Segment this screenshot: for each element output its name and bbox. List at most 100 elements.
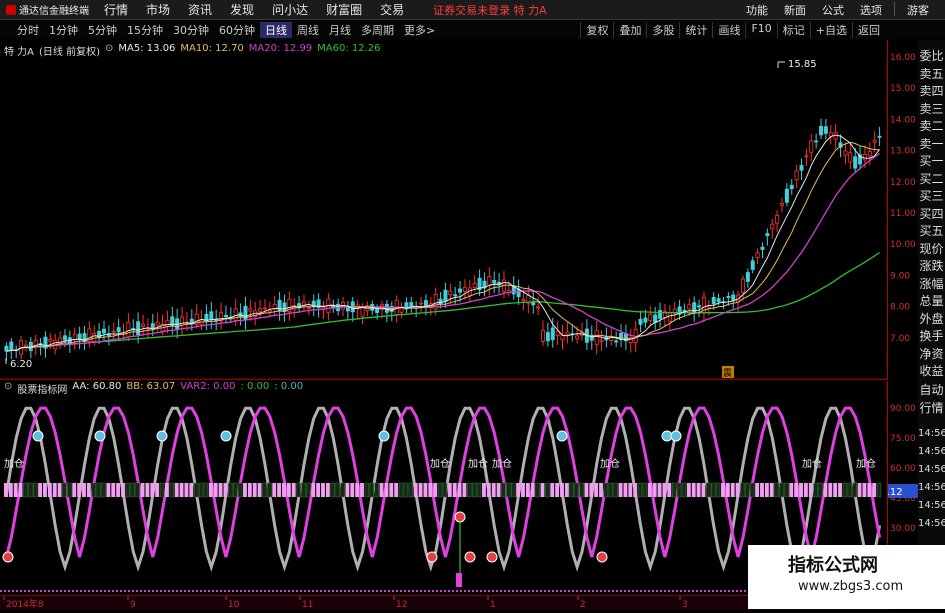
back-button[interactable]: 返回 bbox=[852, 22, 885, 38]
side-panel-item[interactable]: 卖五 bbox=[918, 66, 945, 82]
candle-body bbox=[521, 298, 526, 301]
side-panel-item[interactable]: 行情 bbox=[918, 400, 945, 416]
buy-signal-dot[interactable] bbox=[426, 551, 438, 563]
buy-signal-dot[interactable] bbox=[486, 551, 498, 563]
menu-item-functions[interactable]: 功能 bbox=[738, 2, 776, 18]
side-panel-item[interactable]: 现价 bbox=[918, 241, 945, 257]
overlay-button[interactable]: 叠加 bbox=[613, 22, 646, 38]
candle-body bbox=[716, 298, 721, 302]
band-block bbox=[121, 483, 125, 497]
menu-item-news[interactable]: 资讯 bbox=[179, 1, 221, 18]
band-block bbox=[384, 483, 389, 497]
sell-signal-dot[interactable] bbox=[378, 430, 390, 442]
side-panel-item[interactable]: 涨幅 bbox=[918, 276, 945, 292]
menu-item-market[interactable]: 市场 bbox=[137, 1, 179, 18]
mark-button[interactable]: 标记 bbox=[776, 22, 810, 38]
sell-signal-dot[interactable] bbox=[32, 430, 44, 442]
statistics-button[interactable]: 统计 bbox=[679, 22, 712, 38]
f10-button[interactable]: F10 bbox=[745, 22, 776, 38]
add-watchlist-button[interactable]: +自选 bbox=[809, 22, 852, 38]
band-block bbox=[77, 483, 82, 497]
menu-item-formula[interactable]: 公式 bbox=[814, 2, 852, 18]
side-panel-item[interactable]: 外盘 bbox=[918, 311, 945, 327]
menu-item-options[interactable]: 选项 bbox=[852, 2, 890, 18]
watermark: 指标公式网 www.zbgs3.com bbox=[748, 545, 945, 609]
band-block bbox=[82, 483, 86, 497]
guest-user[interactable]: 游客 bbox=[899, 2, 937, 18]
side-panel-item[interactable]: 委比 bbox=[918, 48, 945, 64]
axis-svg: 16.00 15.00 14.00 13.00 12.00 11.00 10.00 9.00 8… bbox=[872, 53, 918, 534]
tab-daily[interactable]: 日线 bbox=[260, 22, 292, 38]
side-panel-item[interactable]: 买二 bbox=[918, 171, 945, 187]
menu-item-trade[interactable]: 交易 bbox=[371, 1, 413, 18]
side-panel-item[interactable]: 自动 bbox=[918, 382, 945, 398]
side-panel-item[interactable]: 收益 bbox=[918, 363, 945, 379]
side-panel-item[interactable]: 涨跌 bbox=[918, 258, 945, 274]
candle-body bbox=[453, 294, 458, 297]
buy-signal-dot[interactable] bbox=[454, 511, 466, 523]
tick-time: 14:56 bbox=[918, 500, 945, 511]
candlestick-chart[interactable]: 特 力A (日线 前复权) ⊙ MA5: 13.06 MA10: 12.70 M… bbox=[0, 40, 888, 380]
settings-icon[interactable]: ⊙ bbox=[105, 43, 113, 58]
candle-body bbox=[409, 302, 414, 307]
tab-1min[interactable]: 1分钟 bbox=[44, 22, 83, 38]
price-axis-label: 7.00 bbox=[890, 334, 910, 344]
band-block bbox=[794, 483, 799, 497]
sell-signal-dot[interactable] bbox=[94, 430, 106, 442]
side-panel-item[interactable]: 卖四 bbox=[918, 83, 945, 99]
menu-item-discover[interactable]: 发现 bbox=[221, 1, 263, 18]
sub-legend: ⊙ 股票指标网 AA: 60.80 BB: 63.07 VAR2: 0.00 :… bbox=[4, 381, 303, 396]
tab-15min[interactable]: 15分钟 bbox=[122, 22, 168, 38]
menu-item-new-layout[interactable]: 新面 bbox=[776, 2, 814, 18]
band-block bbox=[545, 482, 550, 498]
sell-signal-dot[interactable] bbox=[220, 430, 232, 442]
indicator-settings-icon[interactable]: ⊙ bbox=[4, 381, 12, 396]
candle-body bbox=[760, 246, 765, 250]
tab-30min[interactable]: 30分钟 bbox=[168, 22, 214, 38]
sell-signal-dot[interactable] bbox=[156, 430, 168, 442]
side-panel-item[interactable]: 净资 bbox=[918, 346, 945, 362]
side-panel-item[interactable]: 买一 bbox=[918, 153, 945, 169]
buy-signal-dot[interactable] bbox=[596, 551, 608, 563]
side-panel-item[interactable]: 买五 bbox=[918, 223, 945, 239]
tab-60min[interactable]: 60分钟 bbox=[214, 22, 260, 38]
candle-body bbox=[306, 307, 311, 309]
side-panel-item[interactable]: 卖一 bbox=[918, 136, 945, 152]
side-panel-item[interactable]: 买四 bbox=[918, 206, 945, 222]
restore-rights-button[interactable]: 复权 bbox=[580, 22, 613, 38]
sell-signal-dot[interactable] bbox=[670, 430, 682, 442]
band-block bbox=[857, 483, 862, 497]
band-block bbox=[676, 482, 682, 498]
band-block bbox=[506, 482, 511, 498]
menu-item-market-quotes[interactable]: 行情 bbox=[95, 1, 137, 18]
multi-stock-button[interactable]: 多股 bbox=[646, 22, 679, 38]
tick-time: 14:56 bbox=[918, 464, 945, 475]
side-panel-item[interactable]: 卖三 bbox=[918, 101, 945, 117]
tab-5min[interactable]: 5分钟 bbox=[83, 22, 122, 38]
tab-timeshare[interactable]: 分时 bbox=[12, 22, 44, 38]
candle-body bbox=[62, 335, 67, 341]
band-block bbox=[306, 482, 311, 498]
menu-item-assistant[interactable]: 问小达 bbox=[263, 1, 317, 18]
side-panel-item[interactable]: 卖二 bbox=[918, 118, 945, 134]
candle-body bbox=[555, 330, 560, 336]
band-block bbox=[350, 483, 355, 497]
menu-item-wealth[interactable]: 财富圈 bbox=[317, 1, 371, 18]
band-block bbox=[86, 483, 91, 497]
buy-signal-dot[interactable] bbox=[464, 551, 476, 563]
sell-signal-dot[interactable] bbox=[556, 430, 568, 442]
candle-body bbox=[799, 165, 804, 171]
quote-side-panel: 委比卖五 卖四卖三 卖二卖一 买一买二 买三买四 买五现价 涨跌涨幅 总量外盘 换手净资 收益自动… bbox=[918, 40, 945, 595]
tab-more[interactable]: 更多> bbox=[399, 22, 440, 38]
side-panel-item[interactable]: 总量 bbox=[918, 293, 945, 309]
draw-line-button[interactable]: 画线 bbox=[712, 22, 745, 38]
tab-weekly[interactable]: 周线 bbox=[292, 22, 324, 38]
tab-monthly[interactable]: 月线 bbox=[324, 22, 356, 38]
band-block bbox=[325, 483, 330, 497]
side-panel-item[interactable]: 买三 bbox=[918, 188, 945, 204]
tab-multi-period[interactable]: 多周期 bbox=[356, 22, 399, 38]
signal-bar bbox=[456, 573, 462, 587]
buy-signal-dot[interactable] bbox=[2, 551, 14, 563]
side-panel-item[interactable]: 换手 bbox=[918, 328, 945, 344]
candle-body bbox=[877, 135, 882, 138]
